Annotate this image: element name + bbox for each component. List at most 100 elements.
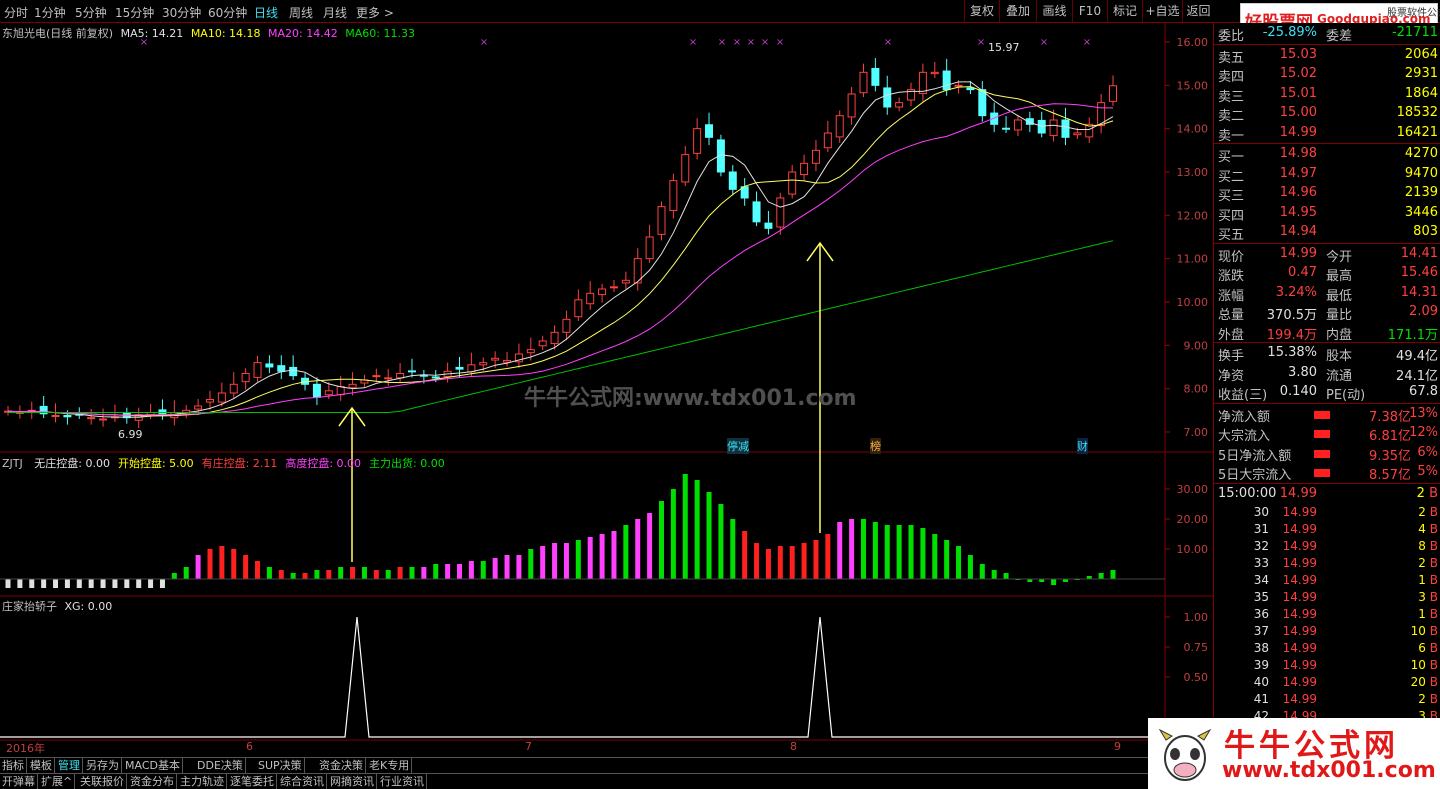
indicator-tab[interactable]: 指标	[0, 758, 27, 774]
candle-body	[871, 67, 880, 86]
tick-row: 34 14.99 1 B	[1214, 573, 1440, 590]
tick-side: B	[1429, 539, 1438, 553]
zjtj-bar	[1098, 573, 1104, 579]
function-tab[interactable]: 网摘资讯	[328, 774, 377, 789]
function-tab[interactable]: 开弹幕	[0, 774, 38, 789]
tick-row: 40 14.99 20 B	[1214, 675, 1440, 692]
candle-body	[1037, 119, 1046, 134]
zjtj-bar	[421, 567, 427, 579]
candle-body	[491, 357, 500, 361]
indicator-tab[interactable]: MACD基本	[123, 758, 183, 774]
stat-value: 2.09	[1409, 304, 1438, 319]
zjtj-bar	[1110, 570, 1116, 579]
ask-row: 卖三 15.01 1864	[1214, 86, 1440, 105]
zjtj-bar	[754, 543, 760, 579]
event-tag-finance[interactable]: 财	[1077, 438, 1088, 454]
flow-bar	[1314, 410, 1330, 419]
tick-price: 14.99	[1282, 556, 1317, 570]
tick-price: 14.99	[1282, 624, 1317, 638]
stat-value: 14.41	[1400, 245, 1438, 261]
flow-value: 8.57亿	[1369, 468, 1411, 483]
zjtj-bar	[1003, 573, 1009, 579]
flow-value: 7.38亿	[1369, 409, 1411, 425]
flow-bar	[1314, 469, 1330, 477]
tick-vol-num: 6	[1418, 641, 1426, 655]
ask-row: 卖一 14.99 16421	[1214, 125, 1440, 144]
stat-value: 0.47	[1288, 265, 1317, 280]
zjtj-bar	[76, 579, 82, 588]
candle-body	[1109, 85, 1117, 102]
tick-row: 32 14.99 8 B	[1214, 539, 1440, 556]
tick-vol-num: 4	[1418, 522, 1426, 536]
function-tab[interactable]: 主力轨迹	[178, 774, 227, 789]
tick-volume: 8 B	[1418, 539, 1438, 553]
event-tag-list[interactable]: 榜	[870, 438, 881, 454]
zjtj-legend-item: 主力出货: 0.00	[369, 457, 445, 470]
function-tab[interactable]: 资金分布	[128, 774, 177, 789]
zjtj-bar	[849, 519, 855, 579]
tick-side: B	[1429, 607, 1438, 621]
candle-body	[431, 376, 440, 379]
zjtj-bar	[718, 504, 724, 579]
indicator-tab[interactable]: 模板	[28, 758, 55, 774]
function-tab[interactable]: 行业资讯	[378, 774, 427, 789]
candle-body	[217, 392, 226, 403]
stat-label: 最高	[1326, 269, 1353, 284]
footer-watermark: 牛牛公式网 www.tdx001.com	[1148, 718, 1440, 789]
zjtj-bar	[1051, 579, 1057, 585]
tick-vol-num: 2	[1416, 485, 1425, 501]
candle-body	[1002, 127, 1011, 130]
zjtj-bar	[540, 546, 546, 579]
tick-side: B	[1429, 641, 1438, 655]
zjtj-bar	[445, 564, 451, 579]
function-tab[interactable]: 关联报价	[78, 774, 127, 789]
tick-vol-num: 3	[1418, 590, 1426, 604]
indicator-tab[interactable]: 老K专用	[367, 758, 413, 774]
stat-label: 最低	[1326, 288, 1353, 304]
tick-vol-num: 10	[1410, 624, 1426, 638]
tick-time: 31	[1253, 522, 1269, 536]
candle-body	[1049, 119, 1058, 137]
tick-volume: 2 B	[1417, 486, 1438, 501]
event-tag-stop[interactable]: 停减	[727, 438, 749, 454]
function-tab[interactable]: 综合资讯	[278, 774, 327, 789]
tick-volume: 20 B	[1411, 675, 1438, 689]
stat-row: 涨幅 3.24% 最低 14.31	[1214, 285, 1440, 304]
zjtj-bar	[837, 522, 843, 579]
indicator-tab[interactable]: DDE决策	[195, 758, 246, 774]
tick-side: B	[1429, 505, 1438, 519]
flow-pct: 6%	[1417, 444, 1438, 460]
ma60-label: MA60: 11.33	[345, 27, 415, 40]
candle-body	[550, 331, 559, 345]
zjtj-bar	[528, 549, 534, 579]
indicator-tab[interactable]: 管理	[56, 758, 83, 774]
function-tabs: 开弹幕 扩展^ 关联报价 资金分布 主力轨迹 逐笔委托 综合资讯 网摘资讯 行业资讯	[0, 773, 1213, 789]
bid-label: 买四	[1218, 208, 1245, 224]
candle-body	[657, 206, 666, 235]
bid-volume: 803	[1413, 224, 1438, 239]
flow-pct: 5%	[1417, 464, 1438, 479]
ask-label: 卖四	[1218, 70, 1245, 85]
ma20-line	[7, 103, 1113, 416]
date-label-7: 7	[525, 740, 532, 753]
indicator-tab[interactable]: 另存为	[84, 758, 122, 774]
price-tick-label: 14.00	[1177, 123, 1209, 136]
price-tick-label: 8.00	[1184, 383, 1209, 396]
candle-body	[99, 418, 108, 421]
candle-body	[526, 349, 535, 354]
function-tab[interactable]: 逐笔委托	[228, 774, 277, 789]
indicator-tab[interactable]: SUP决策	[256, 758, 305, 774]
zjtj-bar	[373, 570, 379, 579]
candle-body	[895, 102, 904, 108]
stat-row: 现价 14.99 今开 14.41	[1214, 246, 1440, 265]
ask-volume: 18532	[1396, 105, 1438, 120]
indicator-tab[interactable]: 资金决策	[317, 758, 366, 774]
signal-x-marker: ×	[480, 37, 488, 48]
candle-body	[930, 71, 939, 75]
zjtj-bar	[860, 519, 866, 579]
fund-value: 49.4亿	[1396, 349, 1438, 364]
zjtj-bar	[492, 558, 498, 579]
candle-body	[586, 292, 595, 305]
zjtjz-name: 庄家抬轿子	[2, 600, 57, 613]
function-tab[interactable]: 扩展^	[39, 774, 76, 789]
